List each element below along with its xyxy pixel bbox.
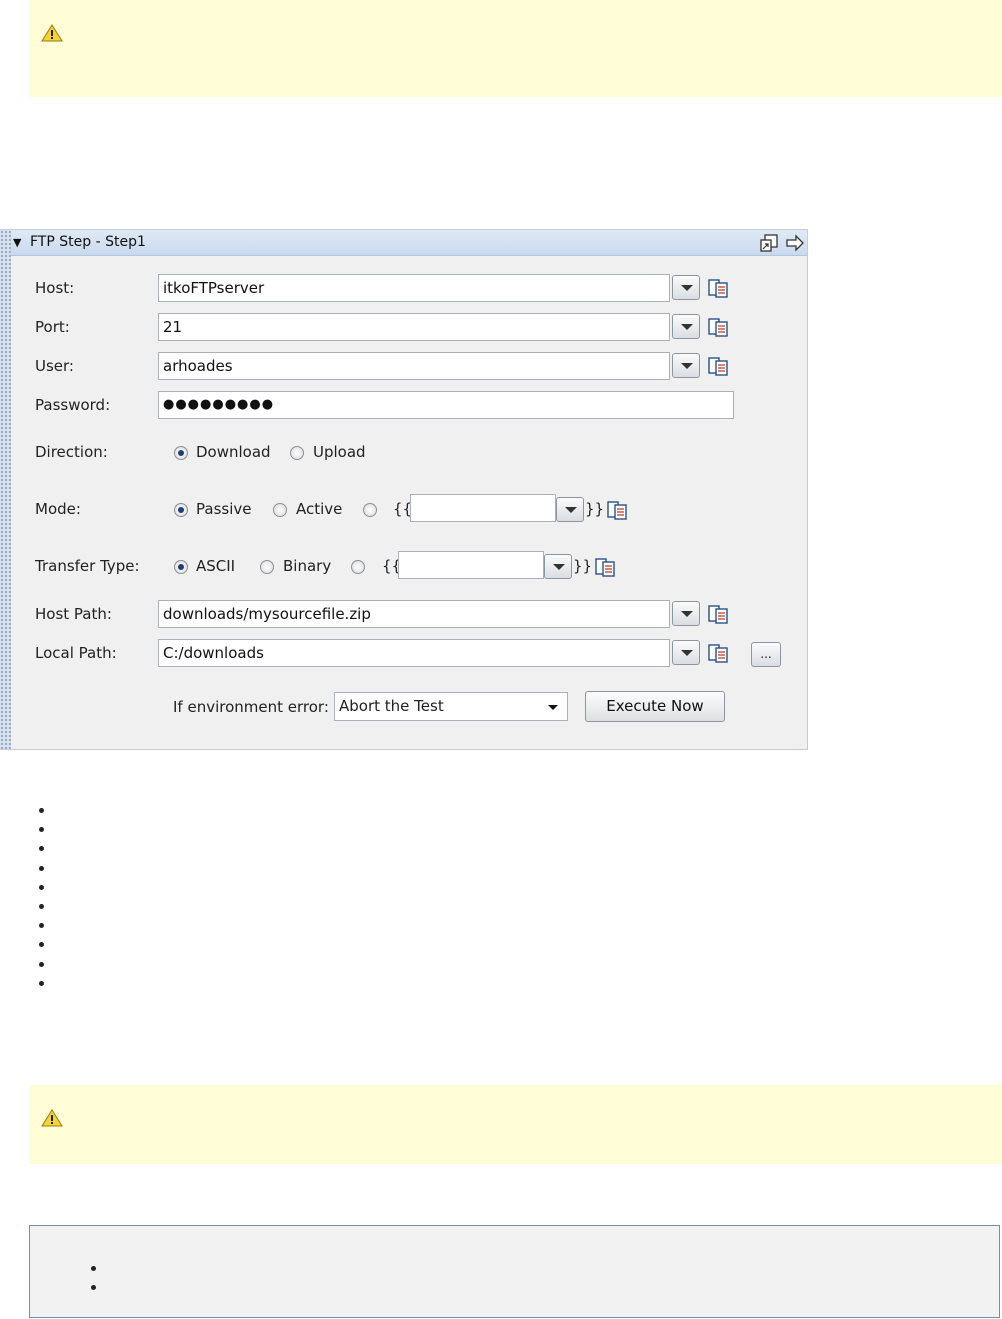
list-item-bullet xyxy=(39,962,44,967)
transfer-property-dropdown[interactable] xyxy=(544,554,572,579)
local-path-dropdown-button[interactable] xyxy=(672,640,700,665)
ftp-step-panel: ▼ FTP Step - Step1 xyxy=(0,229,808,750)
local-path-input[interactable]: C:/downloads xyxy=(158,639,670,667)
host-path-dropdown-button[interactable] xyxy=(672,601,700,626)
property-sheet-icon[interactable] xyxy=(606,500,628,520)
list-item-bullet xyxy=(39,923,44,928)
collapse-triangle-icon[interactable]: ▼ xyxy=(13,230,21,255)
list-item-bullet xyxy=(39,846,44,851)
user-label: User: xyxy=(35,357,74,375)
user-input[interactable]: arhoades xyxy=(158,352,670,380)
mode-close-braces: }} xyxy=(585,500,605,518)
transfer-ascii-radio[interactable] xyxy=(174,560,188,574)
list-item-bullet xyxy=(39,827,44,832)
port-dropdown-button[interactable] xyxy=(672,314,700,339)
warning-icon xyxy=(41,24,63,42)
env-error-label: If environment error: xyxy=(173,698,329,716)
property-sheet-icon[interactable] xyxy=(707,278,729,298)
host-path-input[interactable]: downloads/mysourcefile.zip xyxy=(158,600,670,628)
mode-active-radio[interactable] xyxy=(273,503,287,517)
direction-label: Direction: xyxy=(35,443,108,461)
property-sheet-icon[interactable] xyxy=(707,356,729,376)
mode-property-dropdown[interactable] xyxy=(556,497,584,522)
mode-label: Mode: xyxy=(35,500,81,518)
transfer-property-input[interactable] xyxy=(398,551,544,579)
property-sheet-icon[interactable] xyxy=(594,557,616,577)
property-sheet-icon[interactable] xyxy=(707,604,729,624)
list-item-bullet xyxy=(39,942,44,947)
env-error-value: Abort the Test xyxy=(339,697,444,715)
user-dropdown-button[interactable] xyxy=(672,353,700,378)
warning-box-bottom xyxy=(29,1085,1002,1164)
list-item-bullet xyxy=(39,885,44,890)
list-item-bullet xyxy=(91,1266,96,1271)
direction-download-radio[interactable] xyxy=(174,446,188,460)
mode-property-input[interactable] xyxy=(410,494,556,522)
warning-box-top xyxy=(29,0,1002,97)
panel-title: FTP Step - Step1 xyxy=(30,234,146,250)
mode-active-label: Active xyxy=(296,500,343,518)
transfer-binary-radio[interactable] xyxy=(260,560,274,574)
direction-download-label: Download xyxy=(196,443,271,461)
panel-drag-strip[interactable] xyxy=(0,230,11,749)
transfer-property-radio[interactable] xyxy=(351,560,365,574)
transfer-type-label: Transfer Type: xyxy=(35,557,140,575)
browse-button[interactable]: ... xyxy=(751,642,781,667)
panel-header[interactable]: ▼ FTP Step - Step1 xyxy=(11,230,807,256)
list-item-bullet xyxy=(39,866,44,871)
env-error-select[interactable]: Abort the Test xyxy=(334,692,568,721)
host-dropdown-button[interactable] xyxy=(672,275,700,300)
mode-passive-label: Passive xyxy=(196,500,252,518)
host-input[interactable]: itkoFTPserver xyxy=(158,274,670,302)
direction-upload-label: Upload xyxy=(313,443,366,461)
list-item-bullet xyxy=(39,904,44,909)
list-item-bullet xyxy=(39,981,44,986)
password-input[interactable]: ●●●●●●●●● xyxy=(158,391,734,419)
warning-icon xyxy=(41,1109,63,1127)
list-item-bullet xyxy=(39,808,44,813)
property-sheet-icon[interactable] xyxy=(707,317,729,337)
port-label: Port: xyxy=(35,318,70,336)
info-box xyxy=(29,1225,1000,1318)
list-item-bullet xyxy=(91,1285,96,1290)
host-label: Host: xyxy=(35,279,75,297)
chevron-down-icon xyxy=(548,705,558,710)
mode-passive-radio[interactable] xyxy=(174,503,188,517)
property-sheet-icon[interactable] xyxy=(707,643,729,663)
transfer-binary-label: Binary xyxy=(283,557,332,575)
execute-now-button[interactable]: Execute Now xyxy=(585,691,725,722)
pop-out-icon[interactable] xyxy=(759,233,779,253)
local-path-label: Local Path: xyxy=(35,644,117,662)
host-path-label: Host Path: xyxy=(35,605,112,623)
mode-property-radio[interactable] xyxy=(363,503,377,517)
direction-upload-radio[interactable] xyxy=(290,446,304,460)
port-input[interactable]: 21 xyxy=(158,313,670,341)
transfer-ascii-label: ASCII xyxy=(196,557,236,575)
transfer-close-braces: }} xyxy=(573,557,593,575)
right-arrow-icon[interactable] xyxy=(785,234,805,252)
password-label: Password: xyxy=(35,396,111,414)
